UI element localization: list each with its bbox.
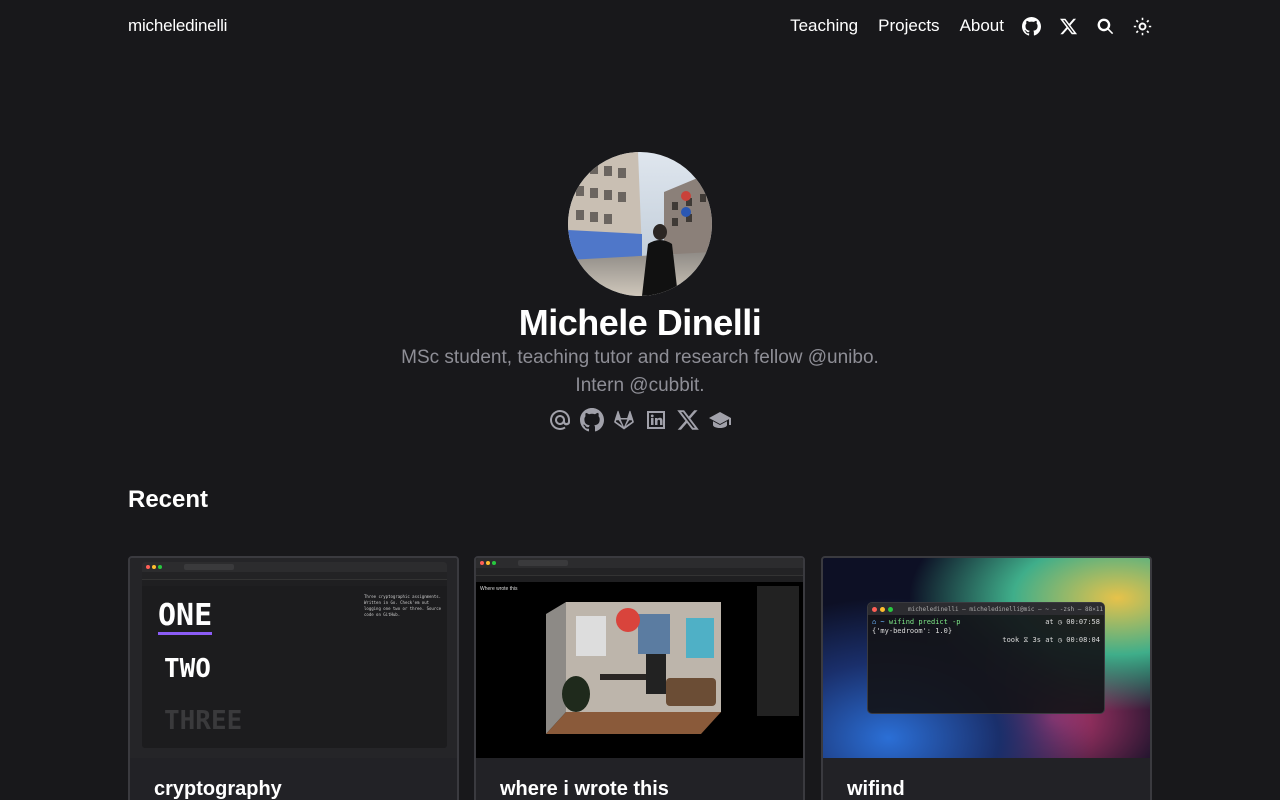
email-icon[interactable] (548, 408, 572, 432)
card-wifind[interactable]: micheledinelli — micheledinelli@mic — ~ … (821, 556, 1152, 800)
recent-heading: Recent (128, 486, 209, 513)
card-title[interactable]: cryptography (154, 778, 282, 800)
gitlab-icon[interactable] (612, 408, 636, 432)
nav-teaching[interactable]: Teaching (790, 16, 858, 36)
thumb-word-two: TWO (164, 654, 211, 684)
recent-cards: ONE TWO THREE Three cryptographic assign… (128, 556, 1152, 800)
card-title[interactable]: wifind (847, 778, 905, 800)
github-icon[interactable] (580, 408, 604, 432)
card-thumbnail: micheledinelli — micheledinelli@mic — ~ … (823, 558, 1150, 758)
nav-projects[interactable]: Projects (878, 16, 939, 36)
terminal-command: wifind predict -p (888, 618, 961, 626)
card-cryptography[interactable]: ONE TWO THREE Three cryptographic assign… (128, 556, 459, 800)
thumb-word-three: THREE (164, 706, 243, 736)
bio-line-2: Intern @cubbit. (575, 375, 705, 396)
x-icon[interactable] (1058, 16, 1078, 36)
linkedin-icon[interactable] (644, 408, 668, 432)
github-icon[interactable] (1021, 16, 1041, 36)
card-thumbnail: Where wrote this (476, 558, 803, 758)
profile-bio: MSc student, teaching tutor and research… (0, 344, 1280, 400)
card-title[interactable]: where i wrote this (500, 778, 669, 800)
main-nav: Teaching Projects About (790, 16, 1152, 36)
thumb-note: Where wrote this (480, 586, 518, 592)
nav-about[interactable]: About (960, 16, 1004, 36)
profile-avatar (568, 152, 712, 296)
thumb-word-one: ONE (158, 598, 213, 635)
card-thumbnail: ONE TWO THREE Three cryptographic assign… (130, 558, 457, 758)
card-where-i-wrote-this[interactable]: Where wrote this where i wrote this (474, 556, 805, 800)
social-links (0, 408, 1280, 432)
terminal-time: at ◷ 00:07:58 (1045, 618, 1100, 626)
search-icon[interactable] (1095, 16, 1115, 36)
scholar-icon[interactable] (708, 408, 732, 432)
terminal-window: micheledinelli — micheledinelli@mic — ~ … (867, 602, 1105, 714)
theme-toggle-icon[interactable] (1132, 16, 1152, 36)
terminal-output: {'my-bedroom': 1.0} (872, 627, 953, 635)
x-icon[interactable] (676, 408, 700, 432)
terminal-took: took ⧖ 3s at ◷ 00:08:04 (1002, 636, 1100, 644)
site-header: micheledinelli Teaching Projects About (128, 0, 1152, 52)
bio-line-1: MSc student, teaching tutor and research… (401, 347, 879, 368)
site-brand[interactable]: micheledinelli (128, 16, 227, 36)
terminal-title: micheledinelli — micheledinelli@mic — ~ … (908, 605, 1104, 613)
thumb-note: Three cryptographic assignments. Written… (364, 594, 442, 617)
profile-name: Michele Dinelli (518, 302, 762, 343)
